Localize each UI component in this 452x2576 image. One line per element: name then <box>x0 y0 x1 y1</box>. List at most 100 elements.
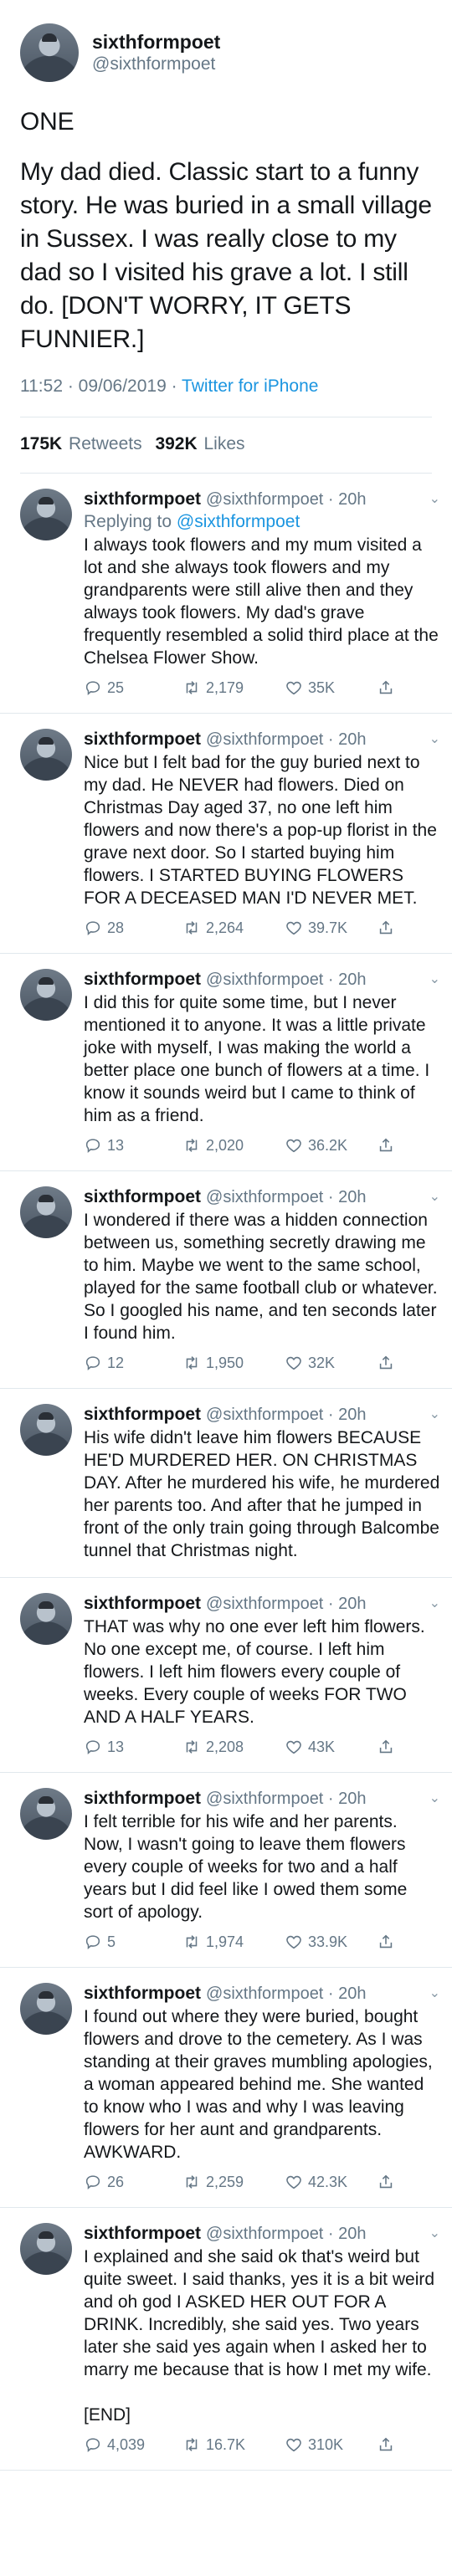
reply-tweet[interactable]: sixthformpoet @sixthformpoet · 20h ⌄ THA… <box>0 1578 452 1773</box>
retweet-button[interactable]: 16.7K <box>182 2435 285 2454</box>
like-button[interactable]: 35K <box>285 679 377 697</box>
like-button[interactable]: 33.9K <box>285 1933 377 1951</box>
reply-button[interactable]: 25 <box>84 679 182 697</box>
like-button[interactable]: 310K <box>285 2435 377 2454</box>
retweet-count: 2,259 <box>206 2173 244 2190</box>
reply-button[interactable]: 12 <box>84 1354 182 1372</box>
share-button[interactable] <box>377 1354 395 1372</box>
display-name[interactable]: sixthformpoet <box>92 31 220 54</box>
tweet-source-link[interactable]: Twitter for iPhone <box>182 376 318 396</box>
reply-tweet[interactable]: sixthformpoet @sixthformpoet · 20h ⌄ Rep… <box>0 474 452 714</box>
display-name[interactable]: sixthformpoet <box>84 2223 201 2245</box>
reply-button[interactable]: 13 <box>84 1136 182 1155</box>
chevron-down-icon[interactable]: ⌄ <box>424 1983 440 2005</box>
user-handle[interactable]: @sixthformpoet · 20h <box>206 489 367 510</box>
user-handle[interactable]: @sixthformpoet · 20h <box>206 1404 367 1426</box>
like-button[interactable]: 32K <box>285 1354 377 1372</box>
like-button[interactable]: 42.3K <box>285 2173 377 2191</box>
chevron-down-icon[interactable]: ⌄ <box>424 1186 440 1208</box>
reply-button[interactable]: 26 <box>84 2173 182 2191</box>
chevron-down-icon[interactable]: ⌄ <box>424 969 440 991</box>
display-name[interactable]: sixthformpoet <box>84 1593 201 1615</box>
retweet-button[interactable]: 2,259 <box>182 2173 285 2191</box>
reply-tweet[interactable]: sixthformpoet @sixthformpoet · 20h ⌄ His… <box>0 1389 452 1578</box>
avatar[interactable] <box>20 23 79 82</box>
avatar[interactable] <box>20 729 72 781</box>
reply-button[interactable]: 5 <box>84 1933 182 1951</box>
share-button[interactable] <box>377 1136 395 1155</box>
avatar[interactable] <box>20 969 72 1021</box>
tweet-thread-page: sixthformpoet @sixthformpoet ONE My dad … <box>0 0 452 2576</box>
reply-tweet[interactable]: sixthformpoet @sixthformpoet · 20h ⌄ I e… <box>0 2208 452 2471</box>
reply-tweet[interactable]: sixthformpoet @sixthformpoet · 20h ⌄ I f… <box>0 1968 452 2208</box>
reply-tweet[interactable]: sixthformpoet @sixthformpoet · 20h ⌄ I w… <box>0 1171 452 1389</box>
like-button[interactable]: 36.2K <box>285 1136 377 1155</box>
retweets-stat[interactable]: 175K Retweets <box>20 434 142 453</box>
share-button[interactable] <box>377 1933 395 1951</box>
reply-button[interactable]: 4,039 <box>84 2435 182 2454</box>
like-button[interactable]: 43K <box>285 1738 377 1756</box>
replying-to-link[interactable]: @sixthformpoet <box>177 512 300 531</box>
tweet-actions: 26 2,259 42.3K <box>84 2172 440 2192</box>
chevron-down-icon[interactable]: ⌄ <box>424 1788 440 1810</box>
likes-count: 392K <box>155 434 198 453</box>
share-button[interactable] <box>377 2173 395 2191</box>
reply-tweet[interactable]: sixthformpoet @sixthformpoet · 20h ⌄ I d… <box>0 954 452 1171</box>
display-name[interactable]: sixthformpoet <box>84 1186 201 1208</box>
reply-header: sixthformpoet @sixthformpoet · 20h ⌄ <box>84 729 440 750</box>
tweet-actions: 12 1,950 32K <box>84 1353 440 1373</box>
avatar[interactable] <box>20 1186 72 1238</box>
likes-stat[interactable]: 392K Likes <box>155 434 244 453</box>
user-handle[interactable]: @sixthformpoet · 20h <box>206 1983 367 2005</box>
user-handle[interactable]: @sixthformpoet · 20h <box>206 969 367 991</box>
retweet-icon <box>186 1935 198 1949</box>
share-icon <box>379 680 393 694</box>
retweet-button[interactable]: 2,208 <box>182 1738 285 1756</box>
avatar[interactable] <box>20 1983 72 2035</box>
user-handle[interactable]: @sixthformpoet <box>92 54 220 75</box>
retweet-icon <box>186 921 198 935</box>
retweet-button[interactable]: 1,974 <box>182 1933 285 1951</box>
avatar[interactable] <box>20 1593 72 1645</box>
user-handle[interactable]: @sixthformpoet · 20h <box>206 1593 367 1615</box>
user-handle[interactable]: @sixthformpoet · 20h <box>206 729 367 750</box>
chevron-down-icon[interactable]: ⌄ <box>424 729 440 750</box>
display-name[interactable]: sixthformpoet <box>84 1404 201 1426</box>
avatar[interactable] <box>20 1404 72 1456</box>
display-name[interactable]: sixthformpoet <box>84 1788 201 1810</box>
user-handle[interactable]: @sixthformpoet · 20h <box>206 2223 367 2245</box>
retweet-button[interactable]: 2,020 <box>182 1136 285 1155</box>
display-name[interactable]: sixthformpoet <box>84 1983 201 2005</box>
like-count: 32K <box>308 1354 336 1371</box>
retweet-button[interactable]: 1,950 <box>182 1354 285 1372</box>
reply-button[interactable]: 28 <box>84 919 182 937</box>
reply-button[interactable]: 13 <box>84 1738 182 1756</box>
tweet-time[interactable]: 11:52 · 09/06/2019 · <box>20 376 182 396</box>
display-name[interactable]: sixthformpoet <box>84 969 201 991</box>
reply-tweet[interactable]: sixthformpoet @sixthformpoet · 20h ⌄ Nic… <box>0 714 452 954</box>
reply-icon <box>85 681 100 696</box>
retweet-button[interactable]: 2,179 <box>182 679 285 697</box>
share-button[interactable] <box>377 2435 395 2454</box>
reply-header: sixthformpoet @sixthformpoet · 20h ⌄ <box>84 1404 440 1426</box>
display-name[interactable]: sixthformpoet <box>84 489 201 510</box>
chevron-down-icon[interactable]: ⌄ <box>424 1404 440 1426</box>
share-button[interactable] <box>377 679 395 697</box>
avatar[interactable] <box>20 1788 72 1840</box>
avatar[interactable] <box>20 2223 72 2275</box>
chevron-down-icon[interactable]: ⌄ <box>424 489 440 510</box>
reply-body: sixthformpoet @sixthformpoet · 20h ⌄ I e… <box>84 2223 440 2455</box>
retweet-button[interactable]: 2,264 <box>182 919 285 937</box>
chevron-down-icon[interactable]: ⌄ <box>424 1593 440 1615</box>
user-handle[interactable]: @sixthformpoet · 20h <box>206 1186 367 1208</box>
avatar[interactable] <box>20 489 72 540</box>
reply-tweet[interactable]: sixthformpoet @sixthformpoet · 20h ⌄ I f… <box>0 1773 452 1968</box>
reply-text: I wondered if there was a hidden connect… <box>84 1209 440 1344</box>
like-button[interactable]: 39.7K <box>285 919 377 937</box>
chevron-down-icon[interactable]: ⌄ <box>424 2223 440 2245</box>
display-name[interactable]: sixthformpoet <box>84 729 201 750</box>
reply-text: I felt terrible for his wife and her par… <box>84 1810 440 1923</box>
user-handle[interactable]: @sixthformpoet · 20h <box>206 1788 367 1810</box>
share-button[interactable] <box>377 1738 395 1756</box>
share-button[interactable] <box>377 919 395 937</box>
